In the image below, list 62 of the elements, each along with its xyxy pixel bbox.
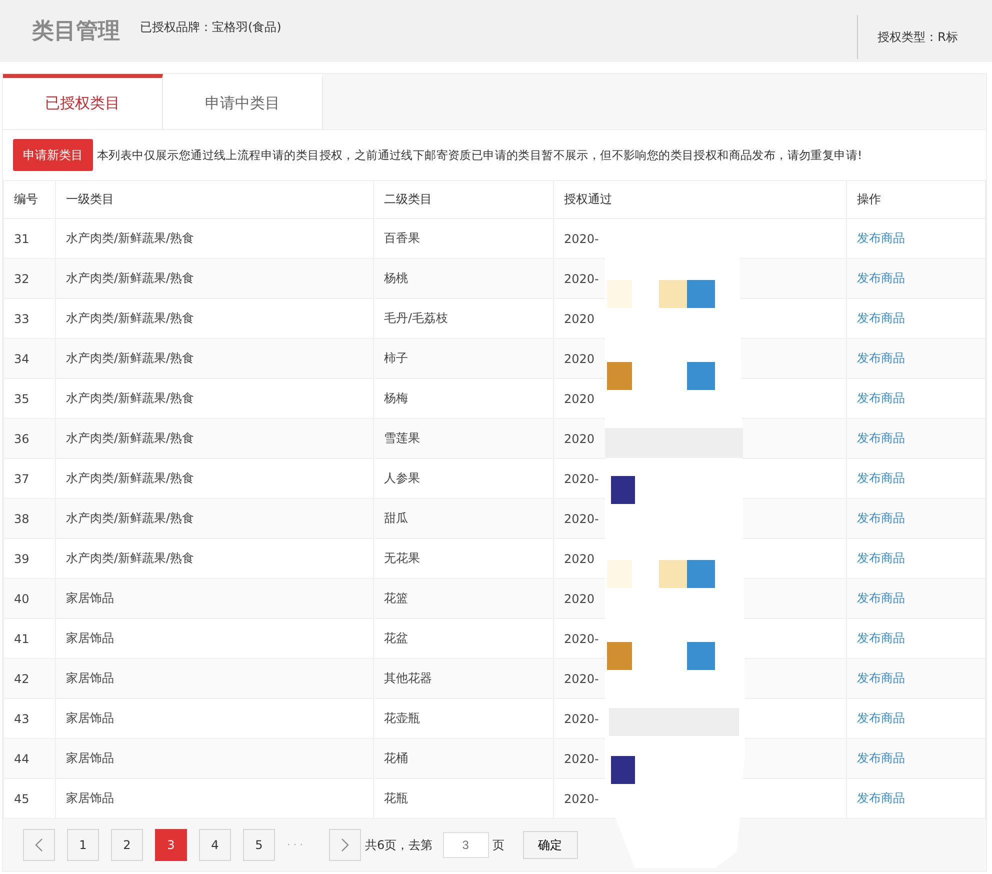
table-cell: 32 [4, 258, 56, 298]
table-cell: 36 [4, 418, 56, 458]
previous-page-button[interactable] [23, 829, 55, 861]
publish-link[interactable]: 发布商品 [857, 631, 905, 645]
publish-link[interactable]: 发布商品 [857, 431, 905, 445]
chevron-right-icon [341, 838, 349, 852]
publish-link[interactable]: 发布商品 [857, 311, 905, 325]
ellipsis: · · · [287, 840, 304, 850]
table-cell: 雪莲果 [374, 418, 554, 458]
column-header: 操作 [846, 180, 986, 218]
page-button[interactable]: 5 [243, 829, 275, 861]
page-button[interactable]: 3 [155, 829, 187, 861]
next-page-button[interactable] [329, 829, 361, 861]
table-cell: 水产肉类/新鲜蔬果/熟食 [56, 418, 374, 458]
table-cell: 家居饰品 [56, 578, 374, 618]
table-cell: 42 [4, 658, 56, 698]
chevron-left-icon [35, 838, 43, 852]
column-header: 一级类目 [56, 180, 374, 218]
confirm-button[interactable]: 确定 [522, 831, 578, 859]
page-button[interactable]: 2 [111, 829, 143, 861]
publish-link[interactable]: 发布商品 [857, 671, 905, 685]
table-cell: 水产肉类/新鲜蔬果/熟食 [56, 258, 374, 298]
table-cell: 44 [4, 738, 56, 778]
table-cell: 甜瓜 [374, 498, 554, 538]
brand-label: 已授权品牌：宝格羽(食品) [140, 18, 282, 36]
table-cell: 其他花器 [374, 658, 554, 698]
publish-link[interactable]: 发布商品 [857, 551, 905, 565]
publish-link[interactable]: 发布商品 [857, 711, 905, 725]
total-pages-label: 共6页，去第 [365, 836, 433, 854]
publish-link[interactable]: 发布商品 [857, 271, 905, 285]
publish-link[interactable]: 发布商品 [857, 351, 905, 365]
table-cell: 34 [4, 338, 56, 378]
page-input[interactable]: 3 [442, 832, 489, 858]
publish-link[interactable]: 发布商品 [857, 471, 905, 485]
page-title: 类目管理 [32, 18, 120, 46]
publish-link[interactable]: 发布商品 [857, 751, 905, 765]
column-header: 授权通过 [554, 180, 846, 218]
page-button[interactable]: 1 [67, 829, 99, 861]
tab[interactable]: 已授权类目 [3, 74, 163, 129]
auth-type-label: 授权类型：R标 [856, 15, 992, 59]
table-cell: 杨桃 [374, 258, 554, 298]
page-button[interactable]: 4 [199, 829, 231, 861]
table-cell: 花篮 [374, 578, 554, 618]
publish-link[interactable]: 发布商品 [857, 791, 905, 805]
publish-link[interactable]: 发布商品 [857, 511, 905, 525]
column-header: 编号 [4, 180, 56, 218]
table-cell: 水产肉类/新鲜蔬果/熟食 [56, 498, 374, 538]
table-cell: 水产肉类/新鲜蔬果/熟食 [56, 338, 374, 378]
table-cell: 38 [4, 498, 56, 538]
column-header: 二级类目 [374, 180, 554, 218]
notice-text: 本列表中仅展示您通过线上流程申请的类目授权，之前通过线下邮寄资质已申请的类目暂不展示，但不影响您的类目授权和商品发布，请勿重复申请! [97, 148, 862, 162]
publish-link[interactable]: 发布商品 [857, 231, 905, 245]
table-cell: 柿子 [374, 338, 554, 378]
publish-link[interactable]: 发布商品 [857, 591, 905, 605]
publish-link[interactable]: 发布商品 [857, 391, 905, 405]
apply-category-button[interactable]: 申请新类目 [13, 139, 93, 171]
table-cell: 家居饰品 [56, 738, 374, 778]
tab[interactable]: 申请中类目 [163, 74, 323, 129]
page-suffix: 页 [492, 836, 505, 854]
table-cell: 家居饰品 [56, 658, 374, 698]
table-cell: 40 [4, 578, 56, 618]
table-cell: 花桶 [374, 738, 554, 778]
